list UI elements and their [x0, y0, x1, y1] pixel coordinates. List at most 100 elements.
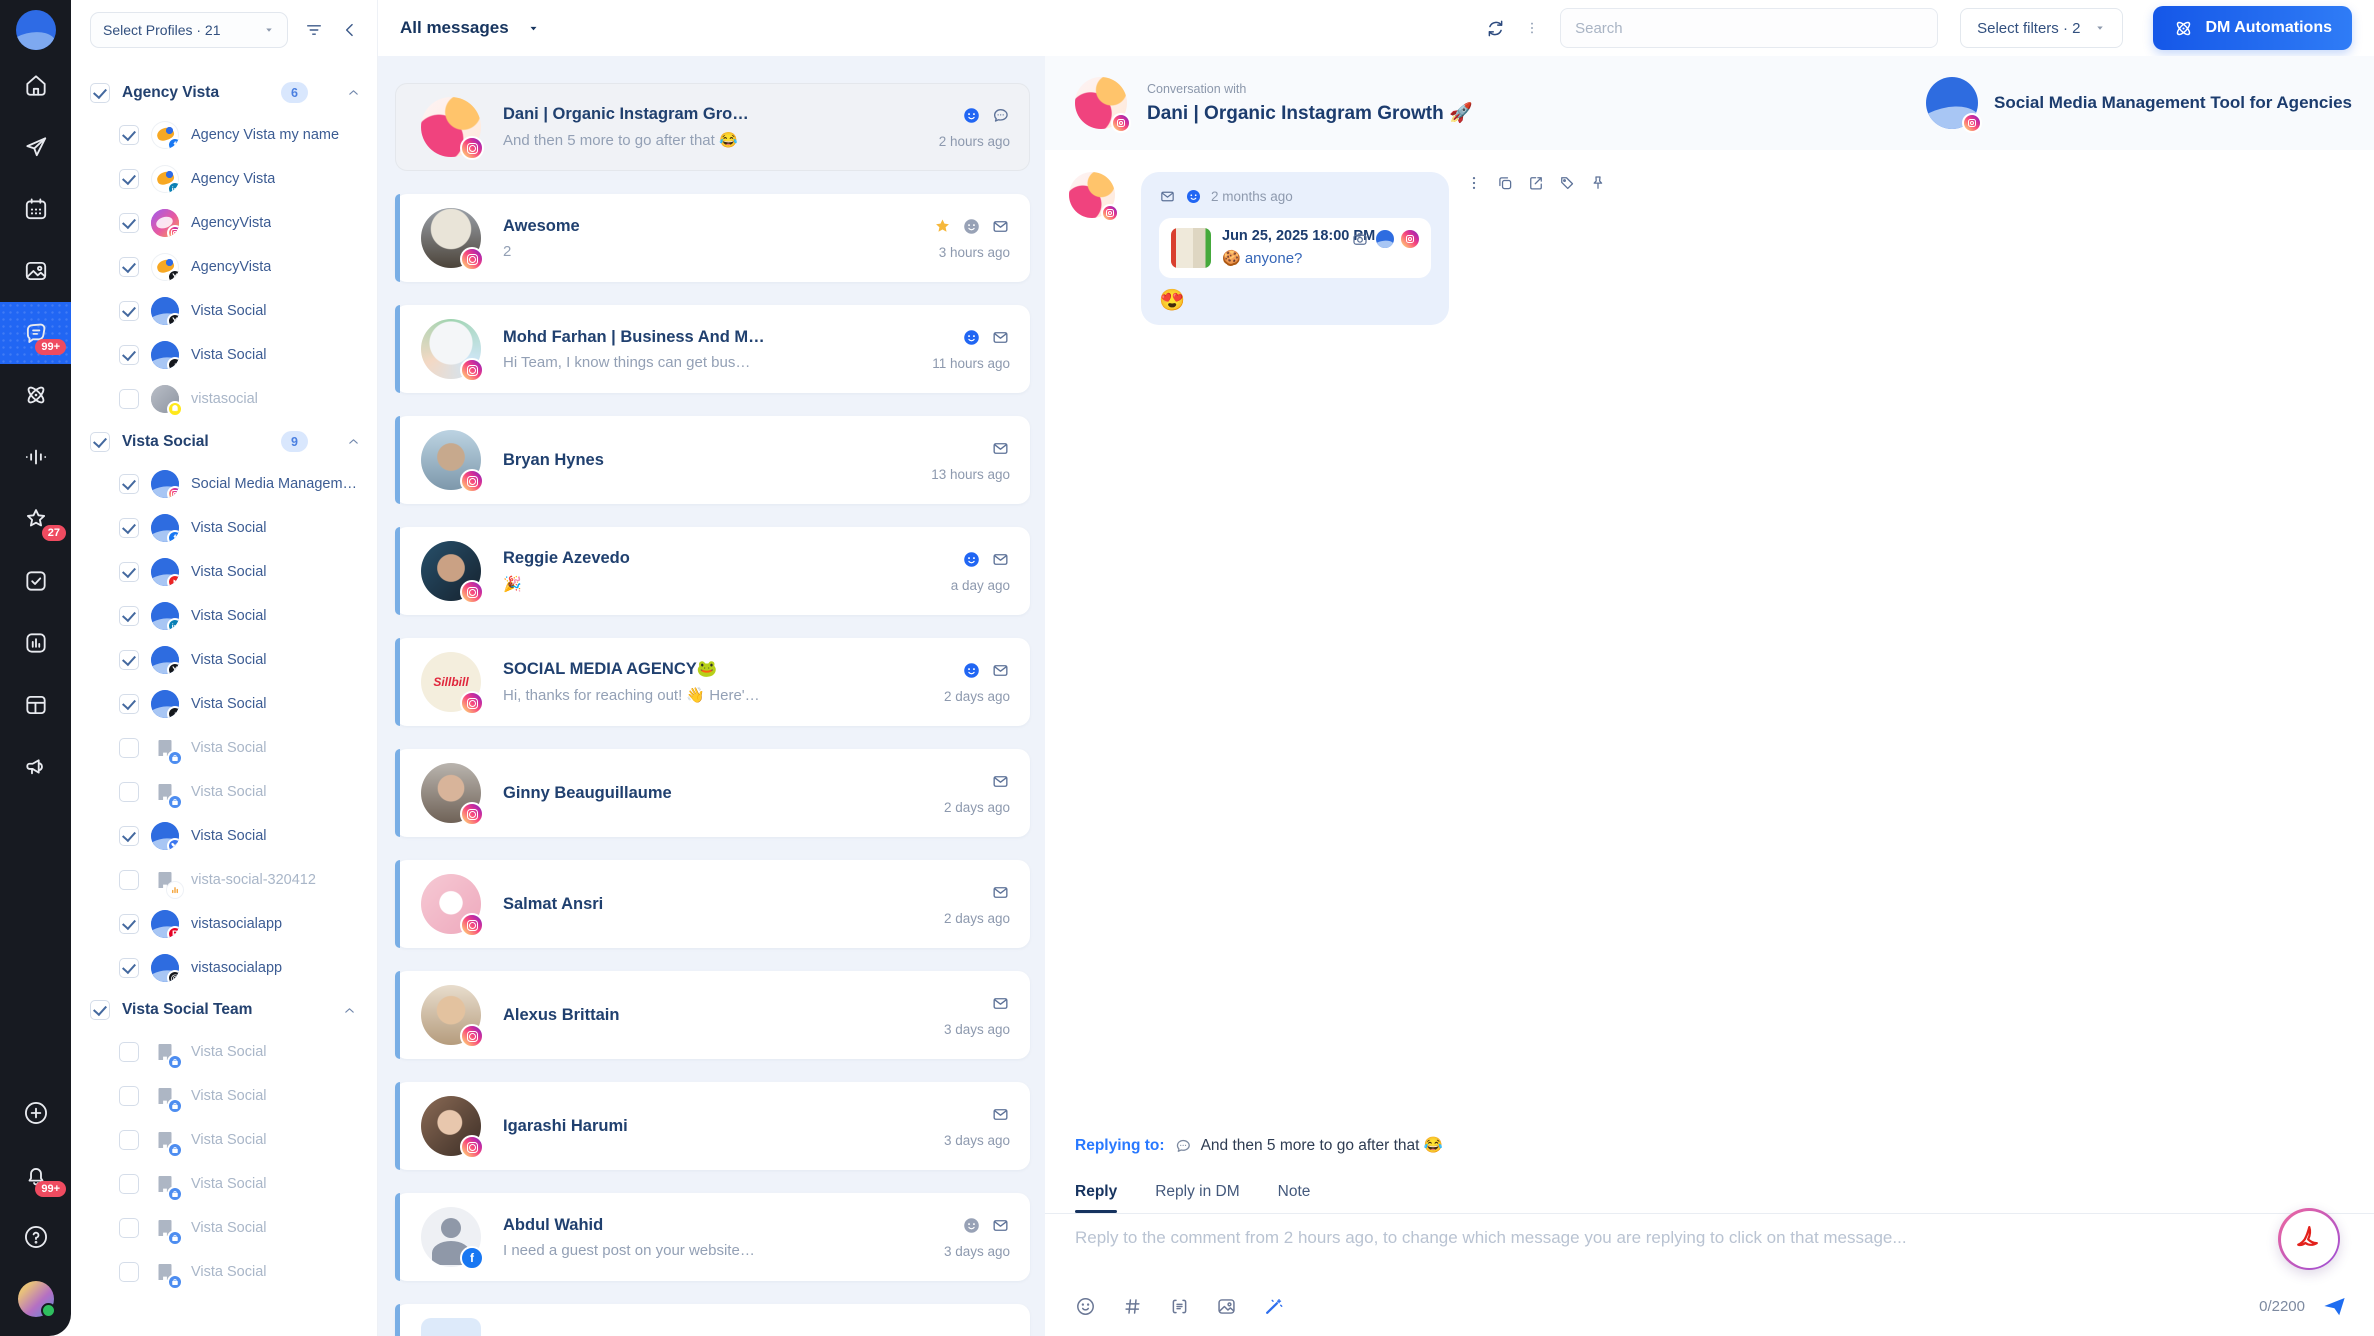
magic-wand-icon[interactable]	[1263, 1296, 1284, 1317]
group-checkbox[interactable]	[90, 1000, 110, 1020]
profile-checkbox[interactable]	[119, 169, 139, 189]
referenced-post-card[interactable]: Jun 25, 2025 18:00 PM 🍪 anyone?	[1159, 218, 1431, 278]
select-profiles-dropdown[interactable]: Select Profiles · 21	[90, 12, 288, 48]
rail-item-help-circle[interactable]	[0, 1206, 71, 1268]
conversation-list-item[interactable]: Dani | Organic Instagram Gro…And then 5 …	[395, 83, 1030, 171]
profile-checkbox[interactable]	[119, 518, 139, 538]
rail-item-home[interactable]	[0, 54, 71, 116]
profile-checkbox[interactable]	[119, 650, 139, 670]
pin-icon[interactable]	[1589, 174, 1607, 192]
copy-icon[interactable]	[1496, 174, 1514, 192]
profile-checkbox[interactable]	[119, 1042, 139, 1062]
conversation-list-item[interactable]: Alexus Brittain3 days ago	[395, 971, 1030, 1059]
profile-checkbox[interactable]	[119, 125, 139, 145]
rail-item-bell[interactable]: 99+	[0, 1144, 71, 1206]
dm-automations-button[interactable]: DM Automations	[2153, 6, 2352, 50]
profile-row[interactable]: Social Media Managem…	[71, 462, 377, 506]
refresh-icon[interactable]	[1485, 18, 1506, 39]
profiles-filter-icon[interactable]	[304, 20, 324, 40]
conversation-list-item[interactable]: Bryan Hynes13 hours ago	[395, 416, 1030, 504]
profile-row[interactable]: XVista Social	[71, 638, 377, 682]
profile-checkbox[interactable]	[119, 914, 139, 934]
profile-row[interactable]: Vista Social	[71, 814, 377, 858]
conversation-list-item[interactable]: SillbillSOCIAL MEDIA AGENCY🐸Hi, thanks f…	[395, 638, 1030, 726]
rail-item-image[interactable]	[0, 240, 71, 302]
vista-social-logo[interactable]	[16, 10, 56, 50]
message-bubble[interactable]: 2 months ago Jun 25, 2025 18:00 PM 🍪 any…	[1141, 172, 1449, 325]
group-checkbox[interactable]	[90, 83, 110, 103]
profile-checkbox[interactable]	[119, 782, 139, 802]
profile-row[interactable]: Vista Social	[71, 1162, 377, 1206]
profile-checkbox[interactable]	[119, 958, 139, 978]
profile-checkbox[interactable]	[119, 870, 139, 890]
profile-row[interactable]: XVista Social	[71, 289, 377, 333]
profile-checkbox[interactable]	[119, 474, 139, 494]
profile-row[interactable]: ♪Vista Social	[71, 682, 377, 726]
select-filters-dropdown[interactable]: Select filters · 2	[1960, 8, 2123, 48]
profile-row[interactable]: Vista Social	[71, 1206, 377, 1250]
profile-checkbox[interactable]	[119, 1174, 139, 1194]
chevron-up-icon[interactable]	[346, 434, 361, 449]
rail-item-check-square[interactable]	[0, 550, 71, 612]
conversation-list-item[interactable]: Reggie Azevedo🎉a day ago	[395, 527, 1030, 615]
profile-row[interactable]: vista-social-320412	[71, 858, 377, 902]
rail-item-star[interactable]: 27	[0, 488, 71, 550]
profile-checkbox[interactable]	[119, 826, 139, 846]
rail-item-audio-wave[interactable]	[0, 426, 71, 488]
group-checkbox[interactable]	[90, 432, 110, 452]
profile-row[interactable]: Vista Social	[71, 726, 377, 770]
search-input[interactable]	[1575, 20, 1923, 37]
acrobat-extension-button[interactable]	[2278, 1208, 2340, 1270]
rail-item-atom[interactable]	[0, 364, 71, 426]
profile-checkbox[interactable]	[119, 389, 139, 409]
rail-item-layout[interactable]	[0, 674, 71, 736]
profile-checkbox[interactable]	[119, 301, 139, 321]
chevron-up-icon[interactable]	[346, 85, 361, 100]
rail-item-bar-chart[interactable]	[0, 612, 71, 674]
profile-row[interactable]: vistasocial	[71, 377, 377, 421]
profile-row[interactable]: fVista Social	[71, 506, 377, 550]
conversation-list-item[interactable]: Igarashi Harumi3 days ago	[395, 1082, 1030, 1170]
profile-checkbox[interactable]	[119, 257, 139, 277]
profile-row[interactable]: Vista Social	[71, 770, 377, 814]
emoji-icon[interactable]	[1075, 1296, 1096, 1317]
profile-row[interactable]: XAgencyVista	[71, 245, 377, 289]
hashtag-icon[interactable]	[1122, 1296, 1143, 1317]
profile-checkbox[interactable]	[119, 606, 139, 626]
profile-checkbox[interactable]	[119, 1218, 139, 1238]
profile-checkbox[interactable]	[119, 562, 139, 582]
share-icon[interactable]	[1527, 174, 1545, 192]
conversation-list-item[interactable]	[395, 1304, 1030, 1336]
profile-row[interactable]: Vista Social	[71, 1030, 377, 1074]
profile-row[interactable]: Vista Social	[71, 1250, 377, 1294]
profile-row[interactable]: ♪Vista Social	[71, 333, 377, 377]
chevron-up-icon[interactable]	[342, 1003, 357, 1018]
template-icon[interactable]	[1169, 1296, 1190, 1317]
conversation-list-item[interactable]: fAbdul WahidI need a guest post on your …	[395, 1193, 1030, 1281]
profile-checkbox[interactable]	[119, 213, 139, 233]
tab-reply-in-dm[interactable]: Reply in DM	[1155, 1183, 1239, 1213]
image-icon[interactable]	[1216, 1296, 1237, 1317]
user-avatar[interactable]	[0, 1268, 71, 1330]
profile-row[interactable]: fAgency Vista my name	[71, 113, 377, 157]
tab-reply[interactable]: Reply	[1075, 1183, 1117, 1213]
rail-item-megaphone[interactable]	[0, 736, 71, 798]
profile-row[interactable]: Vista Social	[71, 1118, 377, 1162]
tag-icon[interactable]	[1558, 174, 1576, 192]
rail-item-calendar[interactable]	[0, 178, 71, 240]
profile-row[interactable]: AgencyVista	[71, 201, 377, 245]
profile-row[interactable]: Vista Social	[71, 550, 377, 594]
rail-item-inbox[interactable]: 99+	[0, 302, 71, 364]
profile-row[interactable]: inVista Social	[71, 594, 377, 638]
profile-checkbox[interactable]	[119, 1086, 139, 1106]
rail-item-paper-plane[interactable]	[0, 116, 71, 178]
messages-filter-dropdown[interactable]: All messages	[378, 18, 1045, 38]
profile-checkbox[interactable]	[119, 694, 139, 714]
reply-textarea[interactable]	[1075, 1228, 2344, 1286]
profile-row[interactable]: @vistasocialapp	[71, 946, 377, 990]
conversation-list-item[interactable]: Ginny Beauguillaume2 days ago	[395, 749, 1030, 837]
tab-note[interactable]: Note	[1278, 1183, 1311, 1213]
send-icon[interactable]	[2321, 1293, 2348, 1320]
collapse-panel-icon[interactable]	[340, 20, 360, 40]
conversation-list-item[interactable]: Salmat Ansri2 days ago	[395, 860, 1030, 948]
